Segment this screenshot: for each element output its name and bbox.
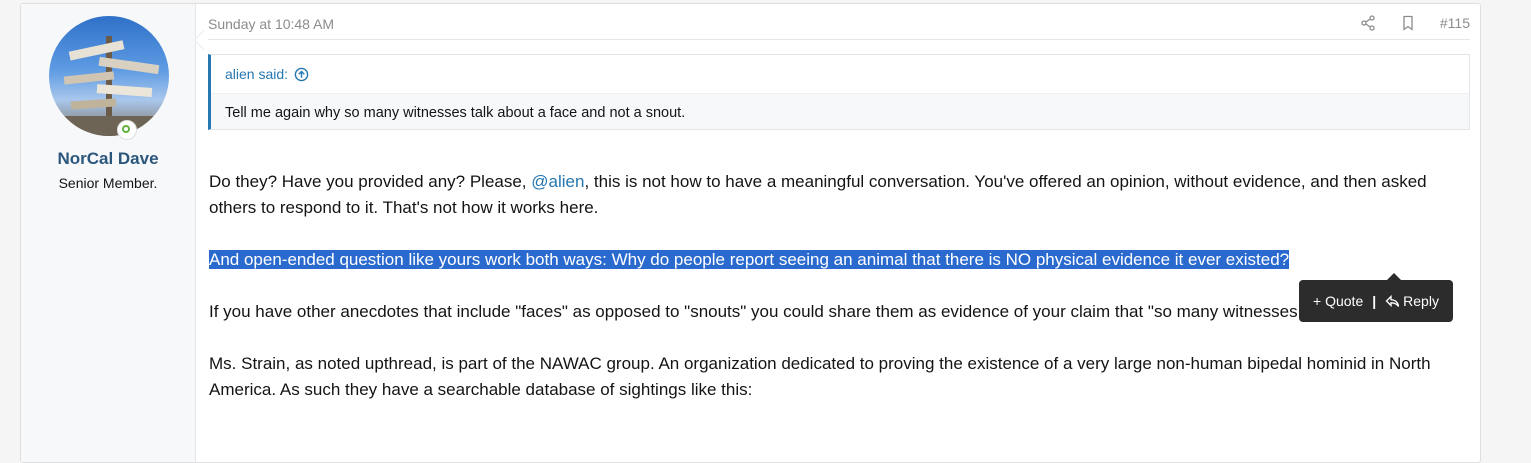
signpost-image	[49, 36, 169, 136]
paragraph-4: Ms. Strain, as noted upthread, is part o…	[209, 354, 1431, 399]
reply-icon	[1385, 294, 1400, 307]
quote-selection-button[interactable]: + Quote	[1313, 293, 1363, 309]
paragraph-2: And open-ended question like yours work …	[209, 247, 1467, 273]
quote-block: alien said: Tell me again why so many wi…	[208, 54, 1470, 130]
selection-quote-tooltip: + Quote | Reply	[1299, 273, 1453, 322]
post-body: Do they? Have you provided any? Please, …	[209, 169, 1467, 429]
selected-text: And open-ended question like yours work …	[209, 250, 1290, 269]
user-cell: NorCal Dave Senior Member.	[21, 4, 196, 462]
paragraph-3: If you have other anecdotes that include…	[209, 302, 1438, 321]
quote-selection-label: + Quote	[1313, 293, 1364, 309]
arrow-up-circle-icon[interactable]	[294, 67, 309, 82]
post-header: Sunday at 10:48 AM #115	[208, 15, 1470, 40]
user-cell-arrow	[194, 30, 204, 50]
paragraph-1: Do they? Have you provided any? Please, …	[209, 169, 1467, 221]
username[interactable]: NorCal Dave	[21, 149, 195, 169]
quote-author-link[interactable]: alien said:	[225, 66, 288, 82]
post-header-actions: #115	[1360, 15, 1470, 31]
reply-selection-button[interactable]: Reply	[1385, 293, 1439, 309]
tooltip-separator: |	[1372, 293, 1377, 309]
post-number-link[interactable]: #115	[1440, 15, 1470, 31]
quote-text: Tell me again why so many witnesses talk…	[225, 105, 686, 121]
bookmark-icon[interactable]	[1400, 15, 1416, 31]
reply-selection-label: Reply	[1403, 293, 1439, 309]
user-mention-link[interactable]: @alien	[531, 172, 584, 191]
avatar[interactable]	[49, 16, 169, 136]
quote-header: alien said:	[211, 55, 1469, 94]
share-icon[interactable]	[1360, 15, 1376, 31]
paragraph-1-start: Do they? Have you provided any? Please,	[209, 172, 532, 191]
online-status-icon	[117, 120, 137, 140]
post-date[interactable]: Sunday at 10:48 AM	[208, 16, 334, 32]
user-title: Senior Member.	[58, 175, 158, 191]
